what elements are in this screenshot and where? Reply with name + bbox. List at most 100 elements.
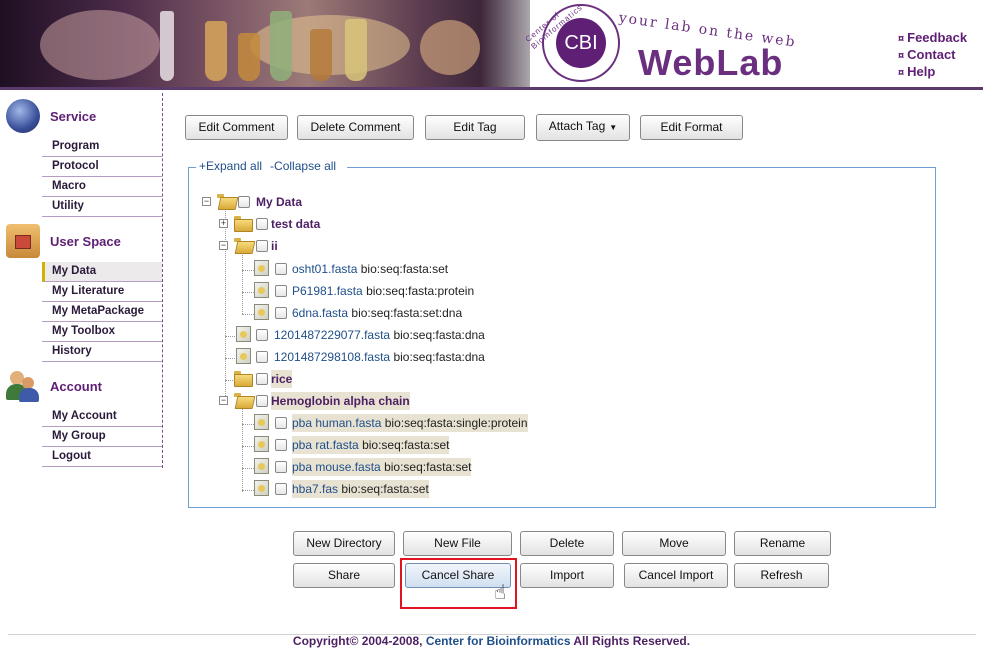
- new-file-button[interactable]: New File: [403, 531, 512, 556]
- file-icon: [254, 458, 269, 474]
- bullet-icon: ¤: [898, 50, 905, 62]
- tree-checkbox[interactable]: [275, 439, 287, 451]
- file-icon: [236, 348, 251, 364]
- tree-row-file[interactable]: 1201487229077.fasta bio:seq:fasta:dna: [236, 326, 636, 344]
- tree-checkbox[interactable]: [275, 461, 287, 473]
- tree-checkbox[interactable]: [275, 285, 287, 297]
- sidebar-item-my-group[interactable]: My Group: [42, 427, 162, 447]
- folder-open-icon: [234, 238, 251, 252]
- file-icon: [254, 414, 269, 430]
- edit-comment-button[interactable]: Edit Comment: [185, 115, 288, 140]
- feedback-link[interactable]: ¤ Feedback: [898, 30, 967, 47]
- tree-checkbox[interactable]: [256, 395, 268, 407]
- tree-row-file[interactable]: P61981.fasta bio:seq:fasta:protein: [254, 282, 654, 300]
- new-directory-button[interactable]: New Directory: [293, 531, 395, 556]
- cancel-import-button[interactable]: Cancel Import: [624, 563, 728, 588]
- sidebar-section-account: Account: [6, 369, 162, 403]
- expand-all-link[interactable]: +Expand all: [199, 159, 262, 173]
- tree-label[interactable]: Hemoglobin alpha chain: [271, 392, 410, 410]
- tree-label[interactable]: My Data: [256, 193, 302, 211]
- delete-button[interactable]: Delete: [520, 531, 614, 556]
- tree-row-file[interactable]: osht01.fasta bio:seq:fasta:set: [254, 260, 654, 278]
- tree-label[interactable]: osht01.fasta bio:seq:fasta:set: [292, 260, 448, 278]
- contact-link[interactable]: ¤ Contact: [898, 47, 967, 64]
- tree-label[interactable]: 6dna.fasta bio:seq:fasta:set:dna: [292, 304, 462, 322]
- tree-row-folder[interactable]: − Hemoglobin alpha chain: [217, 392, 517, 410]
- expand-icon[interactable]: +: [219, 219, 228, 228]
- move-button[interactable]: Move: [622, 531, 726, 556]
- bullet-icon: ¤: [898, 33, 905, 45]
- file-icon: [236, 326, 251, 342]
- sidebar-item-my-toolbox[interactable]: My Toolbox: [42, 322, 162, 342]
- tree-label[interactable]: pba human.fasta bio:seq:fasta:single:pro…: [292, 414, 528, 432]
- folder-open-icon: [234, 393, 251, 407]
- file-icon: [254, 304, 269, 320]
- sidebar-item-my-metapackage[interactable]: My MetaPackage: [42, 302, 162, 322]
- tree-row-file[interactable]: pba rat.fasta bio:seq:fasta:set: [254, 436, 654, 454]
- tree-row-folder[interactable]: − ii: [217, 237, 417, 255]
- tree-checkbox[interactable]: [256, 329, 268, 341]
- sidebar-item-program[interactable]: Program: [42, 137, 162, 157]
- tree-label[interactable]: 1201487229077.fasta bio:seq:fasta:dna: [274, 326, 485, 344]
- rename-button[interactable]: Rename: [734, 531, 831, 556]
- share-button[interactable]: Share: [293, 563, 395, 588]
- tree-checkbox[interactable]: [256, 240, 268, 252]
- lab-photo-banner: [0, 0, 530, 87]
- tree-label[interactable]: 1201487298108.fasta bio:seq:fasta:dna: [274, 348, 485, 366]
- home-folder-icon: [6, 224, 40, 258]
- tree-checkbox[interactable]: [275, 263, 287, 275]
- tree-checkbox[interactable]: [238, 196, 250, 208]
- collapse-icon[interactable]: −: [202, 197, 211, 206]
- tree-label[interactable]: pba mouse.fasta bio:seq:fasta:set: [292, 458, 472, 476]
- sidebar-item-history[interactable]: History: [42, 342, 162, 362]
- edit-format-button[interactable]: Edit Format: [640, 115, 743, 140]
- sidebar-item-my-data[interactable]: My Data: [42, 262, 162, 282]
- top-links: ¤ Feedback ¤ Contact ¤ Help: [898, 30, 967, 81]
- help-link[interactable]: ¤ Help: [898, 64, 967, 81]
- tree-checkbox[interactable]: [256, 373, 268, 385]
- tree-row-folder[interactable]: rice: [234, 370, 434, 388]
- sidebar-item-my-account[interactable]: My Account: [42, 407, 162, 427]
- tree-row-file[interactable]: pba human.fasta bio:seq:fasta:single:pro…: [254, 414, 654, 432]
- collapse-icon[interactable]: −: [219, 241, 228, 250]
- tree-label[interactable]: test data: [271, 215, 320, 233]
- tree-checkbox[interactable]: [275, 483, 287, 495]
- footer: Copyright© 2004-2008, Center for Bioinfo…: [292, 634, 691, 648]
- attach-tag-dropdown-button[interactable]: Attach Tag ▼: [536, 114, 630, 141]
- sidebar-item-logout[interactable]: Logout: [42, 447, 162, 467]
- file-icon: [254, 436, 269, 452]
- tree-row-file[interactable]: pba mouse.fasta bio:seq:fasta:set: [254, 458, 654, 476]
- delete-comment-button[interactable]: Delete Comment: [297, 115, 414, 140]
- refresh-button[interactable]: Refresh: [734, 563, 829, 588]
- chevron-down-icon: ▼: [609, 123, 618, 132]
- cbi-footer-link[interactable]: Center for Bioinformatics: [426, 634, 571, 648]
- collapse-icon[interactable]: −: [219, 396, 228, 405]
- tree-checkbox[interactable]: [256, 351, 268, 363]
- bullet-icon: ¤: [898, 67, 905, 79]
- sidebar-item-utility[interactable]: Utility: [42, 197, 162, 217]
- tree-row-file[interactable]: 6dna.fasta bio:seq:fasta:set:dna: [254, 304, 654, 322]
- tree-checkbox[interactable]: [275, 307, 287, 319]
- edit-tag-button[interactable]: Edit Tag: [425, 115, 525, 140]
- tree-label[interactable]: pba rat.fasta bio:seq:fasta:set: [292, 436, 450, 454]
- sidebar-item-macro[interactable]: Macro: [42, 177, 162, 197]
- tree-row-file[interactable]: 1201487298108.fasta bio:seq:fasta:dna: [236, 348, 636, 366]
- tree-label[interactable]: ii: [271, 237, 278, 255]
- tree-label[interactable]: rice: [271, 370, 293, 388]
- tree-row-file[interactable]: hba7.fas bio:seq:fasta:set: [254, 480, 654, 498]
- sidebar-section-user-space: User Space: [6, 224, 162, 258]
- folder-open-icon: [217, 194, 234, 208]
- sidebar-item-my-literature[interactable]: My Literature: [42, 282, 162, 302]
- tree-root-row[interactable]: − My Data: [200, 193, 400, 211]
- import-button[interactable]: Import: [520, 563, 614, 588]
- users-icon: [6, 369, 40, 403]
- tree-checkbox[interactable]: [275, 417, 287, 429]
- collapse-all-link[interactable]: -Collapse all: [270, 159, 336, 173]
- tree-label[interactable]: P61981.fasta bio:seq:fasta:protein: [292, 282, 474, 300]
- hand-cursor-icon: ☝: [494, 582, 507, 604]
- tree-row-folder[interactable]: + test data: [217, 215, 417, 233]
- tree-label[interactable]: hba7.fas bio:seq:fasta:set: [292, 480, 429, 498]
- header-banner: CBI Center of Bioinformatics your lab on…: [0, 0, 983, 90]
- tree-checkbox[interactable]: [256, 218, 268, 230]
- sidebar-item-protocol[interactable]: Protocol: [42, 157, 162, 177]
